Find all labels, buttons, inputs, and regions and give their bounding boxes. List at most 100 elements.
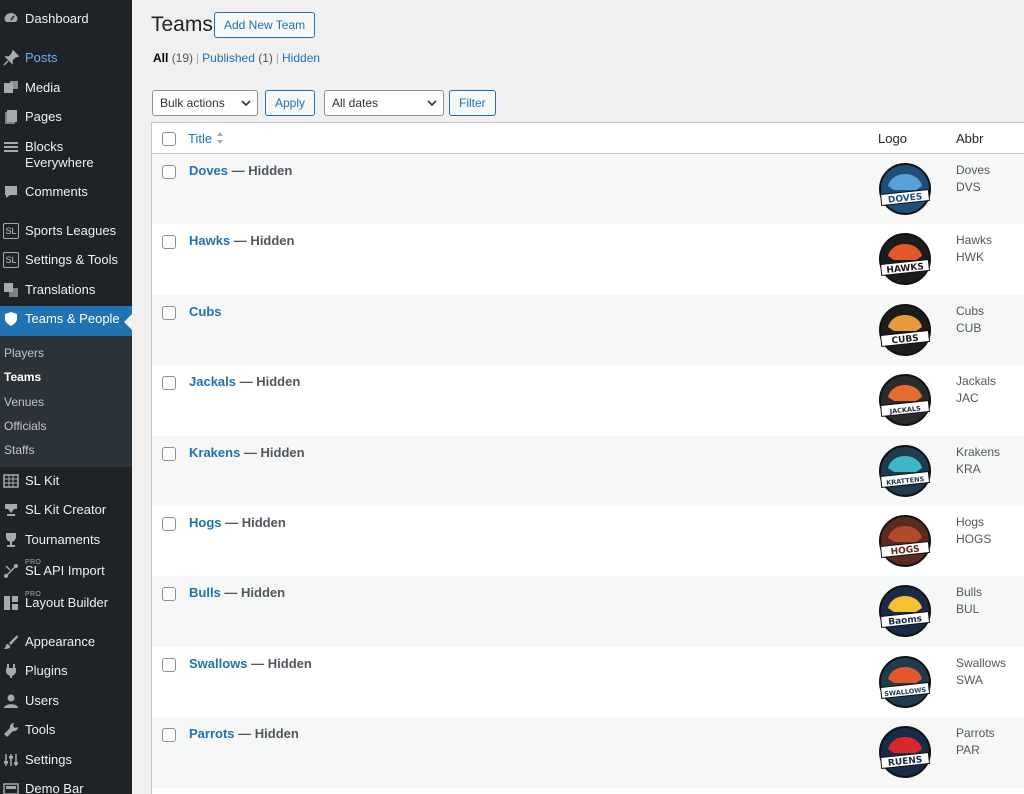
column-logo-header: Logo <box>878 131 907 146</box>
sidebar-item-translations[interactable]: Translations <box>0 280 132 300</box>
sidebar-item-users[interactable]: Users <box>0 691 132 711</box>
table-row: Cubs CUBS Cubs CUB <box>152 294 1024 366</box>
sidebar-item-pages[interactable]: Pages <box>0 107 132 127</box>
sort-icon[interactable] <box>216 131 224 145</box>
team-name-link[interactable]: Parrots <box>189 726 235 741</box>
sidebar-item-sl-kit-creator[interactable]: SL Kit Creator <box>0 500 132 520</box>
post-state: — Hidden <box>221 515 286 530</box>
team-name-link[interactable]: Bulls <box>189 585 221 600</box>
post-state: — Hidden <box>230 233 295 249</box>
sidebar-item-appearance[interactable]: Appearance <box>0 632 132 652</box>
row-title: Hogs — Hidden <box>189 515 286 530</box>
team-name-link[interactable]: Krakens <box>189 445 240 460</box>
filter-published-link[interactable]: Published (1) <box>202 51 273 65</box>
sidebar-item-layout-builder[interactable]: Layout Builder <box>0 593 132 613</box>
team-abbr-short: PAR <box>956 743 980 758</box>
plug-icon <box>1 661 21 681</box>
table-header: Title Logo Abbr <box>152 123 1024 154</box>
bulk-actions-select[interactable]: Bulk actions <box>152 90 258 116</box>
row-checkbox[interactable] <box>162 305 176 320</box>
row-checkbox[interactable] <box>162 517 176 531</box>
sidebar-item-tools[interactable]: Tools <box>0 720 132 740</box>
sidebar-item-plugins[interactable]: Plugins <box>0 661 132 681</box>
team-name-link[interactable]: Hawks <box>189 233 230 248</box>
column-title-header[interactable]: Title <box>188 131 212 146</box>
row-checkbox[interactable] <box>162 376 176 391</box>
page-title: Teams <box>151 13 213 36</box>
filter-all-link[interactable]: All (19) <box>153 51 193 65</box>
table-row: Krakens — Hidden KRATTENS Krakens KRA <box>152 435 1024 506</box>
date-filter-value: All dates <box>332 96 379 110</box>
download-icon <box>1 500 21 520</box>
user-icon <box>1 691 21 711</box>
grid-icon <box>1 471 21 491</box>
team-name-link[interactable]: Cubs <box>189 304 222 319</box>
sidebar-item-settings-tools[interactable]: SL Settings & Tools <box>0 250 132 270</box>
bulk-actions-value: Bulk actions <box>160 96 225 110</box>
table-row: Doves — Hidden DOVES Doves DVS <box>152 154 1024 225</box>
sidebar-item-settings[interactable]: Settings <box>0 750 132 770</box>
date-filter-select[interactable]: All dates <box>324 90 444 116</box>
teams-people-submenu: Players Teams Venues Officials Staffs <box>0 336 132 467</box>
team-name-link[interactable]: Swallows <box>189 656 248 671</box>
team-logo: JACKALS <box>879 374 931 427</box>
post-state: — Hidden <box>234 726 299 742</box>
separator: | <box>196 51 200 65</box>
team-logo: RUENS <box>879 726 931 779</box>
trophy-icon <box>1 530 21 550</box>
row-checkbox[interactable] <box>162 235 176 250</box>
row-checkbox[interactable] <box>162 728 176 743</box>
sidebar-item-label: Users <box>25 693 59 708</box>
sidebar-item-teams-people[interactable]: Teams & People <box>0 306 132 336</box>
sidebar-item-sl-kit[interactable]: SL Kit <box>0 471 132 491</box>
sidebar-item-label: Teams & People <box>25 311 120 326</box>
row-title: Swallows — Hidden <box>189 656 312 671</box>
sidebar-item-blocks[interactable]: Blocks Everywhere <box>0 137 132 171</box>
submenu-item-officials[interactable]: Officials <box>4 419 46 433</box>
sidebar-item-sl-api-import[interactable]: SL API Import <box>0 561 132 581</box>
separator: | <box>275 51 280 65</box>
sidebar-item-label: Settings <box>25 752 72 767</box>
sidebar-item-dashboard[interactable]: Dashboard <box>0 9 132 29</box>
table-row: Jackals — Hidden JACKALS Jackals JAC <box>152 365 1024 435</box>
pro-badge: PRO <box>25 591 42 598</box>
select-all-checkbox[interactable] <box>162 132 176 146</box>
submenu-item-players[interactable]: Players <box>4 346 44 360</box>
team-name-link[interactable]: Doves <box>189 163 228 178</box>
submenu-item-staffs[interactable]: Staffs <box>4 443 34 457</box>
team-abbr-long: Jackals <box>956 374 997 389</box>
sl-icon: SL <box>1 250 21 270</box>
row-checkbox[interactable] <box>162 587 176 602</box>
add-new-team-button[interactable]: Add New Team <box>214 12 316 38</box>
table-row: Hogs — Hidden HOGS Hogs HOGS <box>152 506 1024 576</box>
layout-icon <box>1 593 21 613</box>
table-row: Hawks — Hidden HAWKS Hawks HWK <box>152 224 1024 294</box>
post-state: — Hidden <box>228 163 293 178</box>
post-state: — Hidden <box>247 655 312 671</box>
sidebar-item-comments[interactable]: Comments <box>0 182 132 202</box>
list-icon <box>1 137 21 157</box>
sidebar-item-demo-bar[interactable]: Demo Bar <box>0 779 132 794</box>
row-checkbox[interactable] <box>162 446 176 461</box>
sidebar-item-posts[interactable]: Posts <box>0 48 132 68</box>
team-abbr-short: BUL <box>956 602 980 617</box>
row-title: Jackals — Hidden <box>189 374 300 389</box>
sidebar-item-label: Demo Bar <box>25 781 84 794</box>
api-icon <box>1 561 21 581</box>
sidebar-item-media[interactable]: Media <box>0 78 132 98</box>
team-abbr-long: Doves <box>956 163 991 177</box>
apply-button[interactable]: Apply <box>265 90 316 116</box>
submenu-item-venues[interactable]: Venues <box>4 395 44 409</box>
row-checkbox[interactable] <box>162 165 176 179</box>
sidebar-item-label: Sports Leagues <box>25 223 117 238</box>
team-name-link[interactable]: Jackals <box>189 374 236 389</box>
team-name-link[interactable]: Hogs <box>189 515 222 530</box>
filter-button[interactable]: Filter <box>449 90 496 116</box>
sidebar-item-tournaments[interactable]: Tournaments <box>0 530 132 550</box>
submenu-item-teams[interactable]: Teams <box>4 370 41 384</box>
brush-icon <box>1 632 21 652</box>
sidebar-item-sports-leagues[interactable]: SL Sports Leagues <box>0 221 132 241</box>
filter-hidden-link[interactable]: Hidden <box>282 51 320 65</box>
team-abbr-long: Bulls <box>956 585 983 600</box>
row-checkbox[interactable] <box>162 657 176 672</box>
